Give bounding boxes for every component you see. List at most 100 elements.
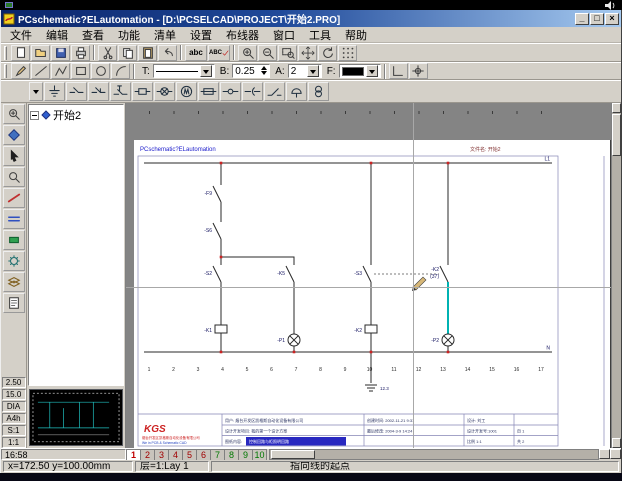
nc-contact-icon[interactable] — [88, 82, 109, 101]
linewidth-input[interactable]: 0.25 — [232, 64, 270, 78]
close-button[interactable]: × — [605, 13, 619, 25]
branch-s3-k2[interactable]: -S3 -K2 12.3 — [354, 163, 439, 391]
arc-icon[interactable] — [111, 63, 130, 79]
app-icon[interactable] — [3, 13, 15, 25]
page-tab-2[interactable]: 2 — [140, 449, 155, 460]
scroll-left-button[interactable] — [599, 449, 610, 459]
wire-draw-icon[interactable] — [3, 188, 25, 208]
branch-k2-p2[interactable]: -K2 (37) -P2 — [430, 163, 454, 352]
zoom-in-icon[interactable] — [238, 45, 257, 61]
text-tool-button[interactable]: abc — [185, 45, 207, 61]
zoom-page-icon[interactable] — [3, 104, 25, 124]
color-dropdown-button[interactable] — [366, 65, 378, 77]
pushbutton-icon[interactable] — [110, 82, 131, 101]
fuse-icon[interactable] — [198, 82, 219, 101]
linetype-dropdown-button[interactable] — [200, 65, 212, 77]
tree-item-project-root[interactable]: 开始2 — [30, 107, 122, 123]
rectangle-icon[interactable] — [71, 63, 90, 79]
page-tab-4[interactable]: 4 — [168, 449, 183, 460]
switch-icon[interactable] — [264, 82, 285, 101]
snap-mode-icon[interactable] — [409, 63, 428, 79]
menu-item-functions[interactable]: 功能 — [111, 26, 147, 44]
menu-item-view[interactable]: 查看 — [75, 26, 111, 44]
cable-icon[interactable] — [3, 209, 25, 229]
menu-item-lists[interactable]: 清单 — [147, 26, 183, 44]
spellcheck-button[interactable]: ABC — [208, 45, 230, 61]
transformer-icon[interactable] — [308, 82, 329, 101]
page-tab-6[interactable]: 6 — [196, 449, 211, 460]
new-file-icon[interactable] — [11, 45, 30, 61]
gear-icon[interactable] — [3, 251, 25, 271]
menu-item-file[interactable]: 文件 — [3, 26, 39, 44]
page-tab-10[interactable]: 10 — [252, 449, 267, 460]
volume-icon[interactable] — [605, 1, 617, 10]
layer-select[interactable]: 2 — [288, 64, 322, 78]
redraw-icon[interactable] — [318, 45, 337, 61]
supply-rails[interactable]: L1 N — [144, 157, 552, 353]
symbol-menu-button[interactable] — [29, 82, 43, 101]
line-icon[interactable] — [31, 63, 50, 79]
menu-item-help[interactable]: 帮助 — [338, 26, 374, 44]
copy-icon[interactable] — [118, 45, 137, 61]
menu-item-tools[interactable]: 工具 — [302, 26, 338, 44]
toolbar-handle[interactable] — [4, 64, 7, 78]
pointer-icon[interactable] — [3, 146, 25, 166]
page-tab-3[interactable]: 3 — [154, 449, 169, 460]
drawing-canvas[interactable]: PCschematic?ELautomation 文件名: 开始2 L1 N 1… — [126, 103, 611, 448]
scroll-right-button[interactable] — [610, 449, 621, 459]
grid-icon[interactable] — [338, 45, 357, 61]
polyline-icon[interactable] — [51, 63, 70, 79]
zoom-window-icon[interactable] — [278, 45, 297, 61]
page-tab-7[interactable]: 7 — [210, 449, 225, 460]
motor-icon[interactable] — [176, 82, 197, 101]
notes-icon[interactable] — [3, 293, 25, 313]
scroll-down-button[interactable] — [612, 438, 621, 448]
open-folder-icon[interactable] — [31, 45, 50, 61]
lamp-icon[interactable] — [154, 82, 175, 101]
ortho-mode-icon[interactable] — [389, 63, 408, 79]
save-icon[interactable] — [51, 45, 70, 61]
component-icon[interactable] — [3, 230, 25, 250]
minimize-button[interactable]: _ — [575, 13, 589, 25]
menu-item-router[interactable]: 布线器 — [219, 26, 266, 44]
layer-dropdown-button[interactable] — [307, 65, 319, 77]
earth-symbol-icon[interactable] — [44, 82, 65, 101]
branch-k5-p1[interactable]: -K5 -P1 — [221, 257, 300, 352]
color-select[interactable] — [339, 64, 381, 78]
page-tab-8[interactable]: 8 — [224, 449, 239, 460]
undo-icon[interactable] — [158, 45, 177, 61]
horizontal-scroll-thumb[interactable] — [271, 450, 315, 459]
plug-icon[interactable] — [242, 82, 263, 101]
schematic-page[interactable]: PCschematic?ELautomation 文件名: 开始2 L1 N 1… — [134, 140, 610, 448]
page-tab-5[interactable]: 5 — [182, 449, 197, 460]
menu-item-settings[interactable]: 设置 — [183, 26, 219, 44]
scroll-up-button[interactable] — [612, 103, 621, 113]
cut-icon[interactable] — [98, 45, 117, 61]
coil-icon[interactable] — [132, 82, 153, 101]
page-tab-1[interactable]: 1 — [126, 449, 141, 460]
zoom-out-icon[interactable] — [258, 45, 277, 61]
vertical-scroll-thumb[interactable] — [612, 114, 621, 156]
maximize-button[interactable]: □ — [590, 13, 604, 25]
terminal-icon[interactable] — [220, 82, 241, 101]
linetype-select[interactable] — [153, 64, 215, 78]
paste-icon[interactable] — [138, 45, 157, 61]
menu-item-window[interactable]: 窗口 — [266, 26, 302, 44]
tree-expand-icon[interactable] — [30, 111, 39, 120]
pan-icon[interactable] — [298, 45, 317, 61]
horizontal-scrollbar[interactable] — [269, 449, 621, 460]
schematic-drawing[interactable]: PCschematic?ELautomation 文件名: 开始2 L1 N 1… — [134, 140, 610, 448]
project-tree[interactable]: 开始2 — [28, 104, 124, 386]
pencil-icon[interactable] — [11, 63, 30, 79]
symbol-browser-icon[interactable] — [3, 125, 25, 145]
vertical-scrollbar[interactable] — [611, 103, 621, 448]
os-app-indicator[interactable] — [5, 2, 13, 8]
horizontal-scroll-track[interactable] — [269, 449, 599, 460]
bell-icon[interactable] — [286, 82, 307, 101]
print-icon[interactable] — [71, 45, 90, 61]
overview-panel[interactable] — [29, 389, 123, 446]
magnifier-icon[interactable] — [3, 167, 25, 187]
layers-icon[interactable] — [3, 272, 25, 292]
page-tab-9[interactable]: 9 — [238, 449, 253, 460]
linewidth-spinner[interactable] — [261, 65, 267, 78]
